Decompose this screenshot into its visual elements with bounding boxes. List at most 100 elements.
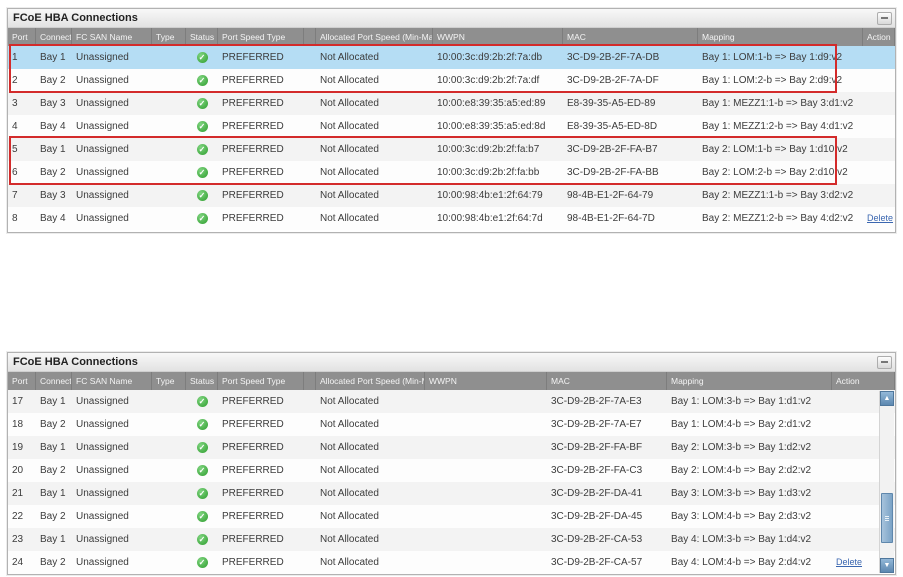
cell-wwpn: 10:00:98:4b:e1:2f:64:7d [433, 213, 563, 224]
minimize-button[interactable] [877, 356, 892, 369]
column-header-mac[interactable]: MAC [547, 372, 667, 390]
cell-port: 21 [8, 488, 36, 499]
cell-mac: E8-39-35-A5-ED-89 [563, 98, 698, 109]
cell-allocated-port-speed: Not Allocated [316, 144, 433, 155]
cell-mac: 3C-D9-2B-2F-7A-E7 [547, 419, 667, 430]
cell-wwpn: 10:00:98:4b:e1:2f:64:79 [433, 190, 563, 201]
panel-titlebar: FCoE HBA Connections [8, 353, 895, 372]
table-row-port-24[interactable]: 24Bay 2Unassigned✓PREFERREDNot Allocated… [8, 551, 895, 574]
column-header-port-speed-type[interactable]: Port Speed Type [218, 28, 304, 46]
cell-connection: Bay 2 [36, 511, 72, 522]
table-row-port-7[interactable]: 7Bay 3Unassigned✓PREFERREDNot Allocated1… [8, 184, 895, 207]
column-header-action[interactable]: Action [863, 28, 895, 46]
cell-connection: Bay 1 [36, 534, 72, 545]
cell-connection: Bay 2 [36, 419, 72, 430]
cell-connection: Bay 2 [36, 465, 72, 476]
cell-wwpn: 10:00:e8:39:35:a5:ed:8d [433, 121, 563, 132]
table-row-port-4[interactable]: 4Bay 4Unassigned✓PREFERREDNot Allocated1… [8, 115, 895, 138]
cell-connection: Bay 1 [36, 442, 72, 453]
status-ok-icon: ✓ [197, 213, 208, 224]
cell-port-speed-type: PREFERRED [218, 190, 304, 201]
column-header-fc-san-name[interactable]: FC SAN Name [72, 372, 152, 390]
status-ok-icon: ✓ [197, 396, 208, 407]
status-ok-icon: ✓ [197, 144, 208, 155]
column-header-spacer [304, 28, 316, 46]
cell-port-speed-type: PREFERRED [218, 167, 304, 178]
status-ok-icon: ✓ [197, 442, 208, 453]
scrollbar-thumb[interactable] [881, 493, 893, 543]
status-ok-icon: ✓ [197, 557, 208, 568]
cell-mac: 3C-D9-2B-2F-FA-BF [547, 442, 667, 453]
cell-connection: Bay 3 [36, 98, 72, 109]
scroll-down-button[interactable]: ▼ [880, 558, 894, 573]
cell-connection: Bay 3 [36, 190, 72, 201]
cell-mac: 3C-D9-2B-2F-7A-E3 [547, 396, 667, 407]
table-row-port-17[interactable]: 17Bay 1Unassigned✓PREFERREDNot Allocated… [8, 390, 895, 413]
cell-fc-san-name: Unassigned [72, 213, 152, 224]
column-header-port[interactable]: Port [8, 372, 36, 390]
column-header-fc-san-name[interactable]: FC SAN Name [72, 28, 152, 46]
cell-port-speed-type: PREFERRED [218, 213, 304, 224]
column-header-mapping[interactable]: Mapping [667, 372, 832, 390]
table-body: 17Bay 1Unassigned✓PREFERREDNot Allocated… [8, 390, 895, 574]
scroll-up-button[interactable]: ▲ [880, 391, 894, 406]
column-header-connection[interactable]: Connection [36, 372, 72, 390]
cell-mapping: Bay 4: LOM:3-b => Bay 1:d4:v2 [667, 534, 832, 545]
table-row-port-22[interactable]: 22Bay 2Unassigned✓PREFERREDNot Allocated… [8, 505, 895, 528]
table-row-port-5[interactable]: 5Bay 1Unassigned✓PREFERREDNot Allocated1… [8, 138, 895, 161]
table-row-port-23[interactable]: 23Bay 1Unassigned✓PREFERREDNot Allocated… [8, 528, 895, 551]
column-header-mapping[interactable]: Mapping [698, 28, 863, 46]
column-header-type[interactable]: Type [152, 372, 186, 390]
delete-link[interactable]: Delete [836, 557, 862, 567]
cell-connection: Bay 2 [36, 75, 72, 86]
table-row-port-19[interactable]: 19Bay 1Unassigned✓PREFERREDNot Allocated… [8, 436, 895, 459]
cell-status: ✓ [186, 213, 218, 224]
cell-port: 8 [8, 213, 36, 224]
minimize-icon [881, 361, 888, 363]
vertical-scrollbar[interactable]: ▲ ▼ [879, 391, 894, 573]
table-row-port-6[interactable]: 6Bay 2Unassigned✓PREFERREDNot Allocated1… [8, 161, 895, 184]
column-header-allocated-port-speed-min-max[interactable]: Allocated Port Speed (Min-Max) [316, 28, 433, 46]
cell-port-speed-type: PREFERRED [218, 419, 304, 430]
header-row: PortConnectionFC SAN NameTypeStatusPort … [8, 372, 895, 390]
column-header-connection[interactable]: Connection [36, 28, 72, 46]
cell-mapping: Bay 1: LOM:3-b => Bay 1:d1:v2 [667, 396, 832, 407]
status-ok-icon: ✓ [197, 75, 208, 86]
status-ok-icon: ✓ [197, 98, 208, 109]
column-header-allocated-port-speed-min-max[interactable]: Allocated Port Speed (Min-Max) [316, 372, 425, 390]
column-header-port-speed-type[interactable]: Port Speed Type [218, 372, 304, 390]
column-header-port[interactable]: Port [8, 28, 36, 46]
cell-allocated-port-speed: Not Allocated [316, 465, 425, 476]
cell-port-speed-type: PREFERRED [218, 557, 304, 568]
table-row-port-1[interactable]: 1Bay 1Unassigned✓PREFERREDNot Allocated1… [8, 46, 895, 69]
cell-wwpn: 10:00:e8:39:35:a5:ed:89 [433, 98, 563, 109]
column-header-wwpn[interactable]: WWPN [433, 28, 563, 46]
table-row-port-3[interactable]: 3Bay 3Unassigned✓PREFERREDNot Allocated1… [8, 92, 895, 115]
table-row-port-21[interactable]: 21Bay 1Unassigned✓PREFERREDNot Allocated… [8, 482, 895, 505]
cell-status: ✓ [186, 534, 218, 545]
column-header-status[interactable]: Status [186, 372, 218, 390]
column-header-type[interactable]: Type [152, 28, 186, 46]
cell-port-speed-type: PREFERRED [218, 534, 304, 545]
column-header-wwpn[interactable]: WWPN [425, 372, 547, 390]
table-row-port-18[interactable]: 18Bay 2Unassigned✓PREFERREDNot Allocated… [8, 413, 895, 436]
cell-allocated-port-speed: Not Allocated [316, 488, 425, 499]
cell-action: Delete [863, 213, 895, 224]
table-row-port-20[interactable]: 20Bay 2Unassigned✓PREFERREDNot Allocated… [8, 459, 895, 482]
cell-allocated-port-speed: Not Allocated [316, 52, 433, 63]
cell-mapping: Bay 3: LOM:3-b => Bay 1:d3:v2 [667, 488, 832, 499]
minimize-button[interactable] [877, 12, 892, 25]
column-header-mac[interactable]: MAC [563, 28, 698, 46]
cell-mac: 98-4B-E1-2F-64-79 [563, 190, 698, 201]
delete-link[interactable]: Delete [867, 213, 893, 223]
header-row: PortConnectionFC SAN NameTypeStatusPort … [8, 28, 895, 46]
cell-mac: 3C-D9-2B-2F-FA-B7 [563, 144, 698, 155]
table-row-port-2[interactable]: 2Bay 2Unassigned✓PREFERREDNot Allocated1… [8, 69, 895, 92]
table-row-port-8[interactable]: 8Bay 4Unassigned✓PREFERREDNot Allocated1… [8, 207, 895, 230]
cell-allocated-port-speed: Not Allocated [316, 396, 425, 407]
column-header-action[interactable]: Action [832, 372, 895, 390]
scrollbar-track[interactable] [880, 406, 894, 558]
column-header-status[interactable]: Status [186, 28, 218, 46]
cell-mapping: Bay 3: LOM:4-b => Bay 2:d3:v2 [667, 511, 832, 522]
cell-fc-san-name: Unassigned [72, 534, 152, 545]
